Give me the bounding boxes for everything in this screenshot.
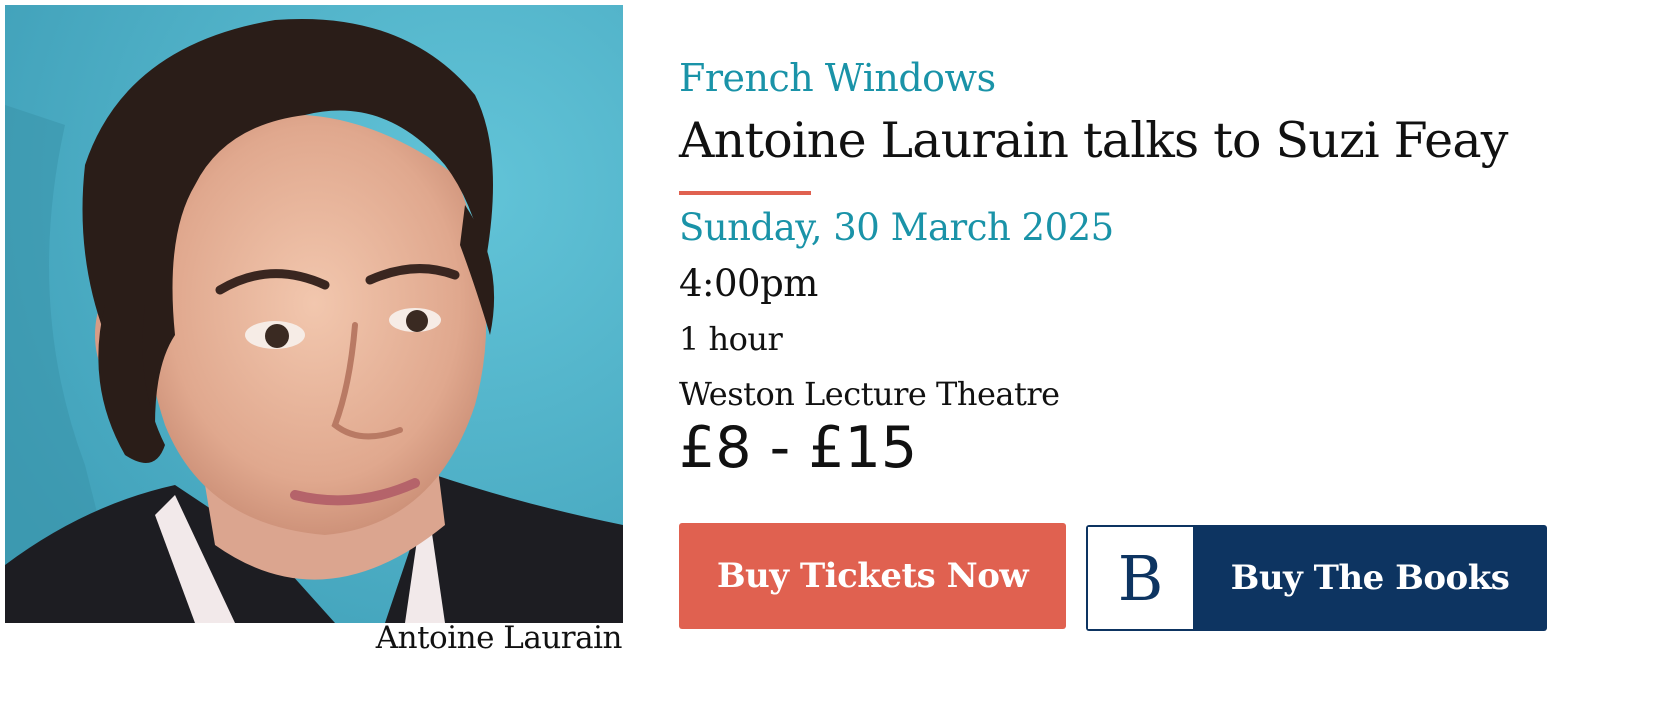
event-time: 4:00pm [679,262,818,305]
bookshop-logo-icon: B [1088,527,1193,629]
photo-caption: Antoine Laurain [375,620,623,656]
buy-books-label: Buy The Books [1230,558,1510,598]
event-price: £8 - £15 [679,415,918,481]
event-series: French Windows [679,56,996,100]
buy-books-button[interactable]: B Buy The Books [1086,525,1547,631]
event-duration: 1 hour [679,320,783,358]
buy-tickets-button[interactable]: Buy Tickets Now [679,523,1066,629]
title-divider [679,191,811,195]
event-venue: Weston Lecture Theatre [679,375,1060,413]
author-photo [5,5,623,623]
event-title: Antoine Laurain talks to Suzi Feay [679,112,1508,169]
event-date: Sunday, 30 March 2025 [679,206,1114,249]
